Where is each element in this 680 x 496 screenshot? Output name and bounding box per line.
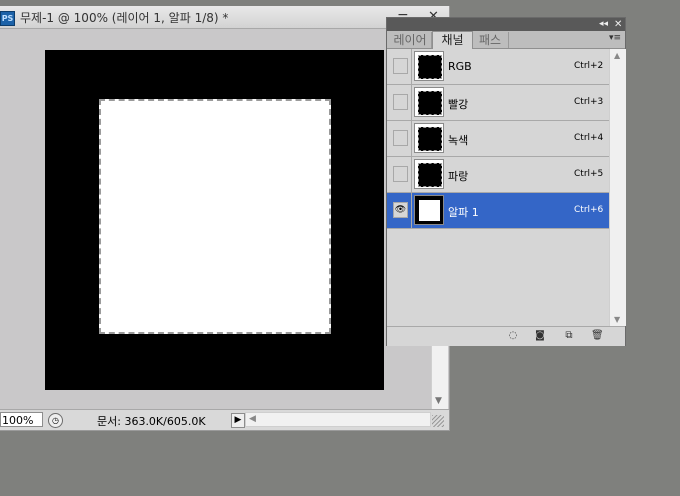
channel-name: 녹색: [448, 134, 469, 147]
horizontal-scrollbar[interactable]: ◀: [245, 412, 431, 427]
scroll-left-arrow-icon[interactable]: ◀: [249, 414, 256, 424]
status-menu-arrow-icon[interactable]: ▶: [231, 413, 245, 428]
document-titlebar[interactable]: PS 무제-1 @ 100% (레이어 1, 알파 1/8) * − ✕: [0, 6, 449, 29]
visibility-toggle[interactable]: [393, 130, 408, 146]
zoom-level-field[interactable]: 100%: [0, 412, 43, 427]
document-size-info: 문서: 363.0K/605.0K: [97, 415, 206, 428]
channel-row-rgb[interactable]: RGB Ctrl+2: [387, 49, 609, 85]
canvas-area[interactable]: [0, 29, 431, 409]
collapse-panel-icon[interactable]: ◂◂: [599, 18, 608, 31]
channel-list: RGB Ctrl+2 빨강 Ctrl+3 녹색 Ctrl+4 파랑 Ctrl+5…: [387, 49, 625, 326]
channel-thumbnail: [414, 159, 444, 189]
document-canvas[interactable]: [45, 50, 384, 390]
channel-shortcut: Ctrl+2: [574, 61, 604, 71]
channel-name: 빨강: [448, 98, 469, 111]
channel-shortcut: Ctrl+5: [574, 169, 604, 179]
channel-name: RGB: [448, 60, 472, 73]
delete-channel-icon[interactable]: 🗑: [591, 330, 604, 342]
load-channel-as-selection-icon[interactable]: ◌: [507, 330, 519, 342]
channel-row-red[interactable]: 빨강 Ctrl+3: [387, 85, 609, 121]
scroll-down-arrow-icon[interactable]: ▼: [435, 396, 442, 406]
visibility-toggle[interactable]: [393, 94, 408, 110]
status-bar: 100% ◷ 문서: 363.0K/605.0K ▶ ◀: [0, 409, 449, 430]
divider: [411, 193, 412, 228]
channel-shortcut: Ctrl+4: [574, 133, 604, 143]
scroll-down-arrow-icon[interactable]: ▼: [614, 315, 620, 324]
tab-channels[interactable]: 채널: [432, 31, 473, 49]
tab-paths[interactable]: 패스: [472, 32, 509, 48]
channel-row-blue[interactable]: 파랑 Ctrl+5: [387, 157, 609, 193]
close-panel-icon[interactable]: ✕: [614, 18, 622, 31]
divider: [411, 121, 412, 156]
divider: [411, 85, 412, 120]
channel-name: 알파 1: [448, 206, 479, 219]
eye-icon[interactable]: 👁: [393, 202, 408, 218]
channel-row-alpha-1[interactable]: 👁 알파 1 Ctrl+6: [387, 193, 609, 229]
channel-thumbnail: [414, 87, 444, 117]
channel-thumbnail: [414, 51, 444, 81]
channel-name: 파랑: [448, 170, 469, 183]
channel-thumbnail: [414, 123, 444, 153]
tab-layers[interactable]: 레이어: [389, 32, 432, 48]
document-window: PS 무제-1 @ 100% (레이어 1, 알파 1/8) * − ✕ ▼ 1…: [0, 6, 450, 431]
panel-header[interactable]: ◂◂ ✕: [387, 18, 625, 31]
panel-tabs: 레이어 채널 패스 ▾≡: [387, 31, 625, 49]
channel-shortcut: Ctrl+6: [574, 205, 604, 215]
channel-shortcut: Ctrl+3: [574, 97, 604, 107]
selection-marquee: [99, 99, 331, 334]
visibility-toggle[interactable]: [393, 166, 408, 182]
resize-grip-icon[interactable]: [432, 415, 444, 427]
new-channel-icon[interactable]: ⧉: [563, 330, 575, 342]
status-info-icon[interactable]: ◷: [48, 413, 63, 428]
channel-thumbnail: [414, 195, 444, 225]
panel-menu-icon[interactable]: ▾≡: [609, 33, 621, 43]
channels-panel: ◂◂ ✕ 레이어 채널 패스 ▾≡ RGB Ctrl+2 빨강 Ctrl+3 녹…: [386, 17, 626, 346]
panel-footer: ◌ ◙ ⧉ 🗑: [387, 326, 625, 346]
divider: [411, 49, 412, 84]
save-selection-as-channel-icon[interactable]: ◙: [534, 330, 546, 342]
scroll-up-arrow-icon[interactable]: ▲: [614, 51, 620, 60]
visibility-toggle[interactable]: [393, 58, 408, 74]
document-title: 무제-1 @ 100% (레이어 1, 알파 1/8) *: [20, 11, 229, 25]
panel-scrollbar[interactable]: ▲ ▼: [609, 49, 626, 326]
divider: [411, 157, 412, 192]
channel-row-green[interactable]: 녹색 Ctrl+4: [387, 121, 609, 157]
photoshop-app-icon: PS: [0, 11, 15, 26]
